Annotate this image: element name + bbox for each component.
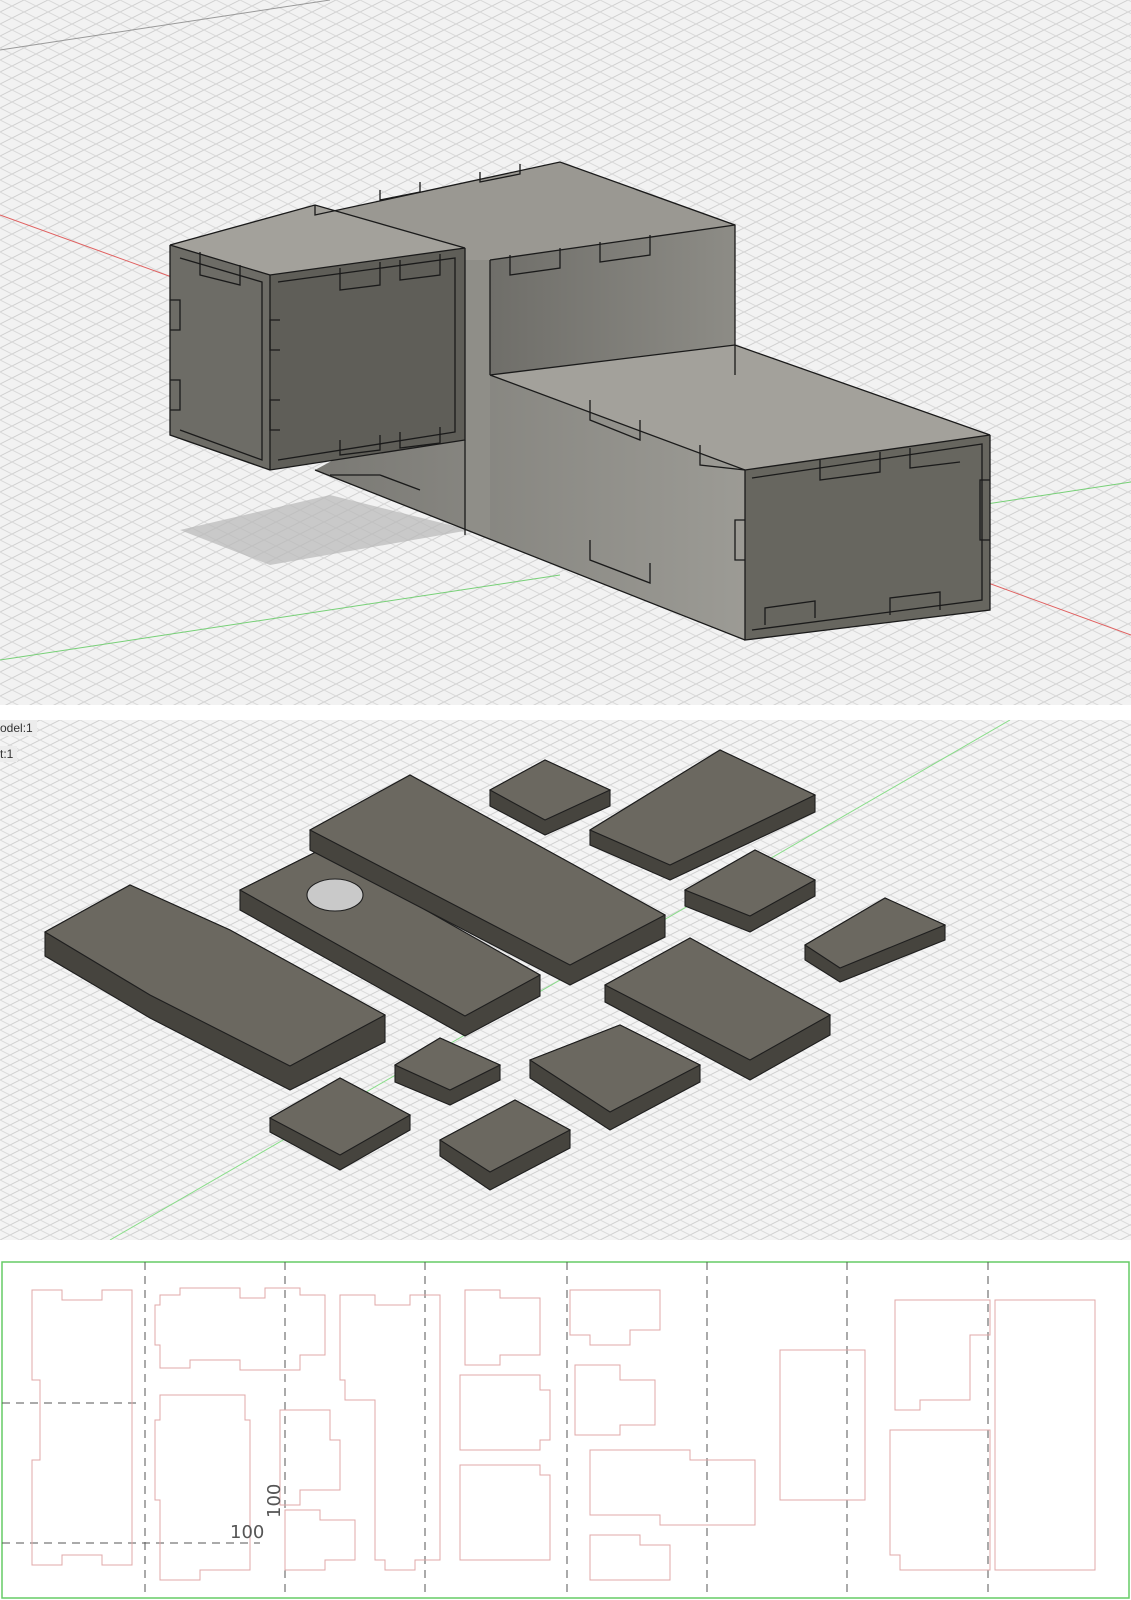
lower-front-face <box>745 435 990 640</box>
dimension-vertical: 100 <box>264 1484 285 1518</box>
cut-outlines <box>31 1287 1096 1581</box>
flat-cut-view[interactable]: 100 100 <box>0 1260 1131 1600</box>
middle-wall-face <box>465 260 490 540</box>
assembly-viewport[interactable] <box>0 0 1131 705</box>
dashed-guides <box>2 1262 989 1598</box>
panel-divider <box>0 1240 1131 1260</box>
dimension-horizontal: 100 <box>230 1522 264 1543</box>
assembly-canvas <box>0 0 1131 705</box>
panel-divider <box>0 705 1131 720</box>
browser-part-label[interactable]: t:1 <box>0 746 18 762</box>
layout-canvas <box>0 720 1131 1240</box>
parts-layout-viewport[interactable] <box>0 720 1131 1240</box>
left-end-face <box>170 245 270 470</box>
left-front-face <box>270 248 465 470</box>
flat-canvas: 100 100 <box>1 1261 1130 1599</box>
browser-model-label[interactable]: odel:1 <box>0 720 37 736</box>
